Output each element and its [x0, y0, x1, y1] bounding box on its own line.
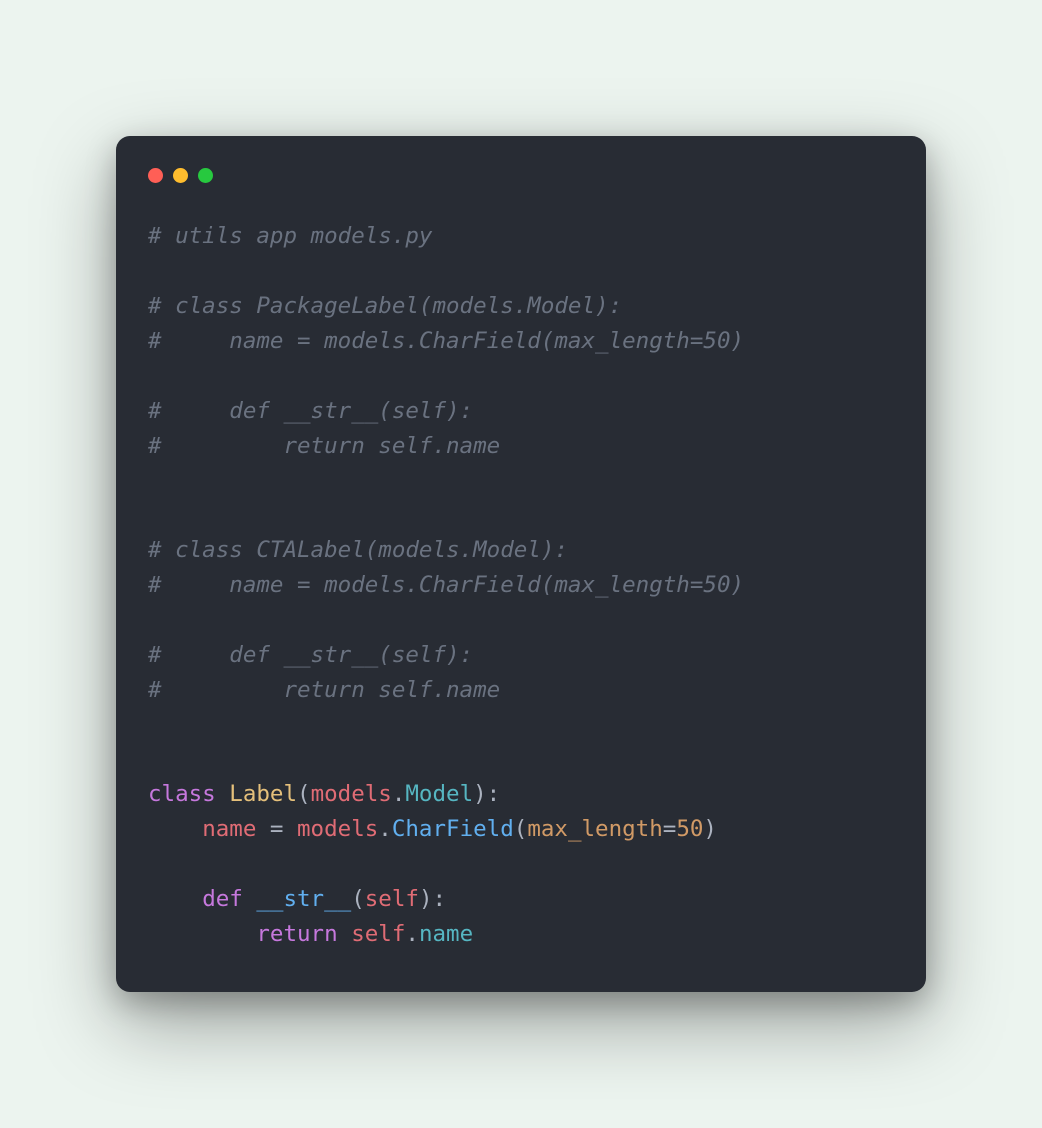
- identifier-name: name: [202, 816, 256, 842]
- comment-line: # name = models.CharField(max_length=50): [148, 328, 744, 354]
- func-str: __str__: [256, 886, 351, 912]
- paren: (: [297, 781, 311, 807]
- dot: .: [405, 921, 419, 947]
- comment-line: # return self.name: [148, 677, 500, 703]
- identifier-self: self: [365, 886, 419, 912]
- equals: =: [663, 816, 677, 842]
- attr-name: name: [419, 921, 473, 947]
- base-class: Model: [405, 781, 473, 807]
- module-name: models: [311, 781, 392, 807]
- colon: :: [487, 781, 501, 807]
- param-max-length: max_length: [527, 816, 662, 842]
- identifier-self: self: [351, 921, 405, 947]
- comment-line: # def __str__(self):: [148, 398, 473, 424]
- comment-line: # name = models.CharField(max_length=50): [148, 572, 744, 598]
- keyword-def: def: [202, 886, 243, 912]
- keyword-return: return: [256, 921, 337, 947]
- paren: (: [351, 886, 365, 912]
- paren: (: [514, 816, 528, 842]
- number-50: 50: [676, 816, 703, 842]
- func-charfield: CharField: [392, 816, 514, 842]
- dot: .: [378, 816, 392, 842]
- code-window: # utils app models.py # class PackageLab…: [116, 136, 926, 991]
- traffic-lights: [148, 168, 894, 183]
- paren: ): [419, 886, 433, 912]
- comment-line: # return self.name: [148, 433, 500, 459]
- equals: =: [270, 816, 284, 842]
- colon: :: [432, 886, 446, 912]
- comment-line: # utils app models.py: [148, 223, 432, 249]
- module-name: models: [297, 816, 378, 842]
- keyword-class: class: [148, 781, 216, 807]
- zoom-icon[interactable]: [198, 168, 213, 183]
- code-block: # utils app models.py # class PackageLab…: [148, 219, 894, 951]
- paren: ): [703, 816, 717, 842]
- class-name: Label: [229, 781, 297, 807]
- close-icon[interactable]: [148, 168, 163, 183]
- minimize-icon[interactable]: [173, 168, 188, 183]
- paren: ): [473, 781, 487, 807]
- comment-line: # class PackageLabel(models.Model):: [148, 293, 622, 319]
- dot: .: [392, 781, 406, 807]
- comment-line: # def __str__(self):: [148, 642, 473, 668]
- comment-line: # class CTALabel(models.Model):: [148, 537, 568, 563]
